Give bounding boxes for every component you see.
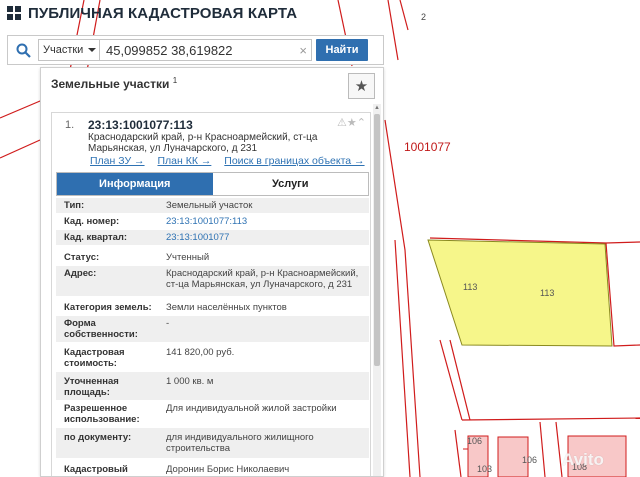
- parcel-number-label: 106: [467, 436, 483, 446]
- search-icon[interactable]: [8, 36, 38, 64]
- object-type-select[interactable]: Участки: [38, 39, 100, 61]
- quarter-boundary: [399, 0, 409, 31]
- panel-scrollbar[interactable]: ▲: [373, 104, 381, 476]
- object-type-value: Участки: [43, 44, 84, 56]
- find-button[interactable]: Найти: [316, 39, 368, 61]
- table-row: Разрешенное использование: Для индивидуа…: [56, 401, 369, 428]
- result-cad-number[interactable]: 23:13:1001077:113: [88, 118, 193, 132]
- attr-value-link[interactable]: 23:13:1001077:113: [160, 214, 369, 229]
- panel-title: Земельные участки 1: [51, 76, 177, 91]
- clear-icon[interactable]: ×: [299, 43, 307, 58]
- parcel-number-label: 113: [463, 282, 478, 292]
- link-plan-zu[interactable]: План ЗУ →: [90, 155, 145, 167]
- attr-key: Кадастровый: [64, 464, 128, 475]
- attr-value: Земли населённых пунктов: [166, 302, 287, 313]
- quarter-boundary: [454, 429, 462, 477]
- results-panel: Земельные участки 1 ★ 1. 23:13:1001077:1…: [40, 67, 384, 477]
- app-title: ПУБЛИЧНАЯ КАДАСТРОВАЯ КАРТА: [28, 4, 298, 22]
- attr-key: Статус:: [64, 252, 100, 263]
- attr-value: Краснодарский край, р-н Красноармейский,…: [166, 268, 359, 290]
- attr-value: Для индивидуальной жилой застройки: [166, 403, 337, 414]
- table-row: Кад. номер: 23:13:1001077:113: [56, 214, 369, 230]
- quarter-boundary: [394, 239, 411, 477]
- attr-key: Тип:: [64, 200, 85, 211]
- attr-key: Кадастровая стоимость:: [64, 347, 125, 369]
- quarter-boundary: [0, 139, 41, 159]
- attr-value: для индивидуального жилищного строительс…: [166, 432, 314, 454]
- attr-key: Разрешенное использование:: [64, 403, 140, 425]
- attr-value: Учтенный: [166, 252, 210, 263]
- table-row: Кадастровая стоимость: 141 820,00 руб.: [56, 343, 369, 372]
- logo-icon: [7, 6, 21, 20]
- search-bar: Участки 45,099852 38,619822 × Найти: [7, 35, 384, 65]
- parcel-number-label: 103: [477, 464, 493, 474]
- scroll-up-icon[interactable]: ▲: [373, 104, 381, 112]
- table-row: Статус: Учтенный: [56, 246, 369, 266]
- tab-information[interactable]: Информация: [57, 173, 213, 195]
- link-search-within[interactable]: Поиск в границах объекта →: [224, 155, 364, 167]
- attr-key: Форма собственности:: [64, 318, 138, 340]
- attr-key: Адрес:: [64, 268, 97, 279]
- result-links: План ЗУ → План КК → Поиск в границах объ…: [90, 155, 375, 167]
- quarter-boundary: [439, 339, 463, 421]
- app-header: ПУБЛИЧНАЯ КАДАСТРОВАЯ КАРТА: [0, 0, 297, 26]
- attr-key: Уточненная площадь:: [64, 376, 119, 398]
- table-row: Уточненная площадь: 1 000 кв. м: [56, 372, 369, 401]
- watermark-text: Avito: [562, 450, 604, 469]
- tab-services[interactable]: Услуги: [212, 173, 368, 195]
- info-tabs: Информация Услуги: [56, 172, 369, 196]
- quarter-boundary: [387, 0, 399, 61]
- quarter-boundary: [384, 119, 421, 477]
- search-input[interactable]: 45,099852 38,619822 ×: [100, 39, 312, 61]
- attr-key: Кад. квартал:: [64, 232, 128, 243]
- attr-key: по документу:: [64, 432, 132, 443]
- search-query-text: 45,099852 38,619822: [106, 42, 233, 58]
- table-row: Тип: Земельный участок: [56, 198, 369, 214]
- favorites-star-button[interactable]: ★: [348, 73, 375, 99]
- scroll-thumb[interactable]: [374, 114, 380, 366]
- table-row: Адрес: Краснодарский край, р-н Красноарм…: [56, 266, 369, 297]
- chevron-down-icon: [88, 48, 97, 52]
- table-row: Кад. квартал: 23:13:1001077: [56, 230, 369, 246]
- quarter-label: 1001077: [404, 140, 451, 154]
- selected-parcel[interactable]: [427, 239, 613, 347]
- result-card[interactable]: 1. 23:13:1001077:113 ⚠★⌃ Краснодарский к…: [51, 112, 371, 476]
- attr-key: Категория земель:: [64, 302, 152, 313]
- attr-value: Земельный участок: [166, 200, 253, 211]
- attr-value: Доронин Борис Николаевич: [166, 464, 290, 475]
- avito-watermark: Avito: [562, 450, 604, 470]
- attr-key: Кад. номер:: [64, 216, 120, 227]
- link-plan-kk[interactable]: План КК →: [157, 155, 211, 167]
- result-number: 1.: [65, 119, 75, 131]
- table-row: по документу: для индивидуального жилищн…: [56, 428, 369, 459]
- parcel-number-label: 113: [540, 288, 555, 298]
- result-action-icons[interactable]: ⚠★⌃: [337, 116, 366, 129]
- table-row: Категория земель: Земли населённых пункт…: [56, 297, 369, 316]
- table-row: Форма собственности: -: [56, 316, 369, 343]
- attr-value: -: [166, 318, 170, 329]
- star-icon: ★: [354, 78, 369, 95]
- map-number-label: 2: [421, 12, 427, 22]
- attr-value: 141 820,00 руб.: [166, 347, 235, 358]
- result-count: 1: [172, 76, 178, 85]
- quarter-boundary: [449, 339, 471, 421]
- attr-value-link[interactable]: 23:13:1001077: [160, 230, 369, 245]
- table-row: Кадастровый Доронин Борис Николаевич: [56, 459, 369, 476]
- quarter-boundary: [461, 417, 640, 421]
- attr-value: 1 000 кв. м: [166, 376, 214, 387]
- result-address: Краснодарский край, р-н Красноармейский,…: [88, 132, 318, 154]
- attributes-table: Тип: Земельный участок Кад. номер: 23:13…: [56, 198, 369, 476]
- quarter-boundary: [539, 421, 546, 477]
- parcel-number-label: 106: [522, 455, 538, 465]
- panel-title-text: Земельные участки: [51, 77, 170, 91]
